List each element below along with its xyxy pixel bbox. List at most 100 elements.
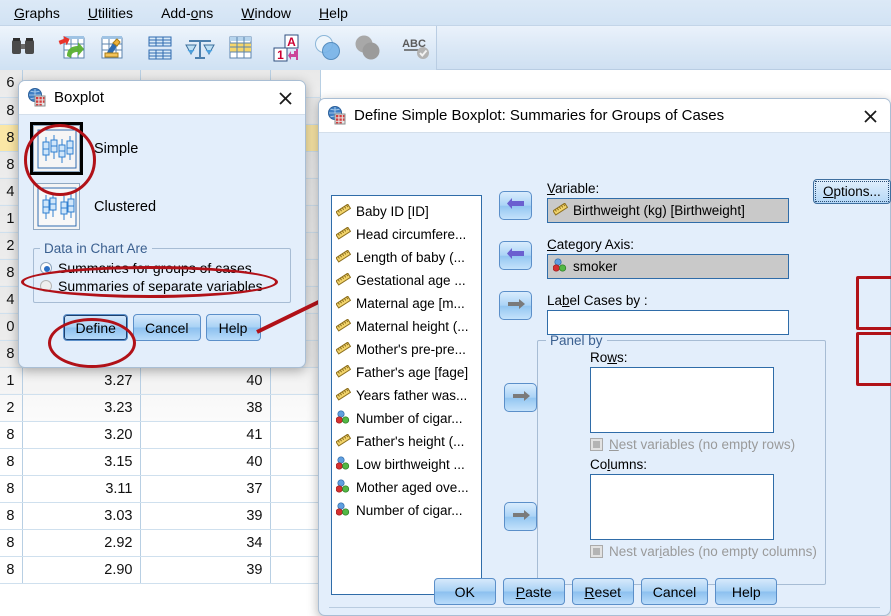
grid-cell-extra[interactable] <box>270 421 321 449</box>
grid-cell-extra[interactable] <box>270 529 321 557</box>
grid-cell-birthweight[interactable]: 3.11 <box>22 475 141 503</box>
insert-case-icon[interactable] <box>56 29 88 67</box>
boxplot-simple-icon[interactable] <box>30 122 83 175</box>
panel-rows-box[interactable] <box>590 367 774 433</box>
split-file-icon[interactable] <box>144 29 176 67</box>
grid-cell-id[interactable]: 2 <box>0 394 23 422</box>
grid-cell-birthweight[interactable]: 3.27 <box>22 367 141 395</box>
grid-cell-gestation[interactable]: 34 <box>140 529 271 557</box>
weight-cases-icon[interactable] <box>184 29 216 67</box>
grid-cell-birthweight[interactable]: 2.90 <box>22 556 141 584</box>
use-variable-sets-icon[interactable] <box>312 29 344 67</box>
table-row[interactable]: 2 3.23 38 <box>0 394 321 422</box>
menu-help[interactable]: Help <box>305 0 362 26</box>
move-to-label-cases-button[interactable] <box>499 291 532 320</box>
gallery-option-simple[interactable]: Simple <box>30 122 291 175</box>
menu-graphs[interactable]: Graphs <box>0 0 74 26</box>
menu-window[interactable]: Window <box>227 0 305 26</box>
table-row[interactable]: 8 3.11 37 <box>0 475 321 503</box>
source-variable-item[interactable]: Baby ID [ID] <box>335 200 481 223</box>
radio-summaries-separate-mark[interactable] <box>40 280 52 292</box>
grid-cell-extra[interactable] <box>270 394 321 422</box>
grid-cell-extra[interactable] <box>270 475 321 503</box>
nest-variables-columns-checkbox-row[interactable]: Nest variables (no empty columns) <box>590 544 817 559</box>
grid-cell-birthweight[interactable]: 3.23 <box>22 394 141 422</box>
move-to-panel-rows-button[interactable] <box>504 383 537 412</box>
source-variable-item[interactable]: Number of cigar... <box>335 407 481 430</box>
grid-cell-extra[interactable] <box>270 367 321 395</box>
find-icon[interactable] <box>8 29 40 67</box>
variable-value-box[interactable]: Birthweight (kg) [Birthweight] <box>547 198 789 223</box>
grid-cell-extra[interactable] <box>270 556 321 584</box>
insert-variable-icon[interactable] <box>96 29 128 67</box>
grid-cell-birthweight[interactable]: 2.92 <box>22 529 141 557</box>
grid-cell-id[interactable]: 8 <box>0 556 23 584</box>
grid-cell-gestation[interactable]: 40 <box>140 448 271 476</box>
grid-cell-birthweight[interactable]: 3.15 <box>22 448 141 476</box>
options-button[interactable]: Options... <box>815 181 889 202</box>
radio-summaries-groups-of-cases[interactable]: Summaries for groups of cases <box>40 260 284 276</box>
table-row[interactable]: 8 3.03 39 <box>0 502 321 530</box>
category-axis-value-box[interactable]: smoker <box>547 254 789 279</box>
grid-cell-birthweight[interactable]: 3.20 <box>22 421 141 449</box>
grid-cell-gestation[interactable]: 38 <box>140 394 271 422</box>
define-help-button[interactable]: Help <box>715 578 778 605</box>
move-to-category-axis-button[interactable] <box>499 241 532 270</box>
grid-cell-gestation[interactable]: 39 <box>140 502 271 530</box>
menu-utilities[interactable]: Utilities <box>74 0 147 26</box>
define-cancel-button[interactable]: Cancel <box>640 578 709 605</box>
grid-cell-gestation[interactable]: 41 <box>140 421 271 449</box>
define-dialog-close-button[interactable] <box>860 106 880 126</box>
source-variable-item[interactable]: Mother aged ove... <box>335 476 481 499</box>
grid-cell-id[interactable]: 8 <box>0 502 23 530</box>
menu-addons[interactable]: Add-ons <box>147 0 227 26</box>
grid-cell-gestation[interactable]: 37 <box>140 475 271 503</box>
grid-cell-gestation[interactable]: 40 <box>140 367 271 395</box>
boxplot-dialog-close-button[interactable] <box>275 88 295 108</box>
source-variable-item[interactable]: Father's age [fage] <box>335 361 481 384</box>
value-labels-icon[interactable]: A 1 <box>272 29 304 67</box>
define-simple-boxplot-dialog[interactable]: Define Simple Boxplot: Summaries for Gro… <box>318 98 891 616</box>
move-to-variable-button[interactable] <box>499 191 532 220</box>
grid-cell-id[interactable]: 8 <box>0 421 23 449</box>
gallery-option-clustered[interactable]: Clustered <box>33 183 291 230</box>
source-variable-item[interactable]: Years father was... <box>335 384 481 407</box>
source-variable-item[interactable]: Father's height (... <box>335 430 481 453</box>
source-variable-item[interactable]: Gestational age ... <box>335 269 481 292</box>
grid-cell-birthweight[interactable]: 3.03 <box>22 502 141 530</box>
define-button[interactable]: Define <box>63 314 128 341</box>
table-row[interactable]: 8 3.15 40 <box>0 448 321 476</box>
grid-cell-gestation[interactable]: 39 <box>140 556 271 584</box>
panel-columns-box[interactable] <box>590 474 774 540</box>
source-variable-item[interactable]: Low birthweight ... <box>335 453 481 476</box>
source-variable-list[interactable]: Baby ID [ID] Head circumfere... Length of … <box>331 195 482 595</box>
grid-cell-id[interactable]: 1 <box>0 367 23 395</box>
source-variable-item[interactable]: Maternal height (... <box>335 315 481 338</box>
source-variable-item[interactable]: Number of cigar... <box>335 499 481 522</box>
grid-cell-extra[interactable] <box>270 448 321 476</box>
select-cases-icon[interactable] <box>224 29 256 67</box>
boxplot-help-button[interactable]: Help <box>205 314 261 341</box>
radio-summaries-separate-variables[interactable]: Summaries of separate variables <box>40 278 284 294</box>
grid-cell-id[interactable]: 8 <box>0 475 23 503</box>
reset-button[interactable]: Reset <box>571 578 634 605</box>
nest-variables-rows-checkbox-row[interactable]: Nest variables (no empty rows) <box>590 437 817 452</box>
source-variable-item[interactable]: Length of baby (... <box>335 246 481 269</box>
radio-summaries-groups-mark[interactable] <box>40 262 52 274</box>
grid-cell-extra[interactable] <box>270 502 321 530</box>
boxplot-clustered-icon[interactable] <box>33 183 80 230</box>
source-variable-item[interactable]: Head circumfere... <box>335 223 481 246</box>
source-variable-item[interactable]: Mother's pre-pre... <box>335 338 481 361</box>
table-row[interactable]: 8 2.92 34 <box>0 529 321 557</box>
boxplot-cancel-button[interactable]: Cancel <box>132 314 201 341</box>
source-variable-item[interactable]: Maternal age [m... <box>335 292 481 315</box>
paste-button[interactable]: Paste <box>502 578 565 605</box>
show-all-variables-icon[interactable] <box>352 29 384 67</box>
spell-check-icon[interactable]: ABC <box>400 29 432 67</box>
label-cases-value-box[interactable] <box>547 310 789 335</box>
grid-cell-id[interactable]: 8 <box>0 448 23 476</box>
move-to-panel-columns-button[interactable] <box>504 502 537 531</box>
boxplot-dialog[interactable]: Boxplot Simple Clustered Data in Chart A… <box>18 80 306 368</box>
table-row[interactable]: 1 3.27 40 <box>0 367 321 395</box>
grid-cell-id[interactable]: 8 <box>0 529 23 557</box>
